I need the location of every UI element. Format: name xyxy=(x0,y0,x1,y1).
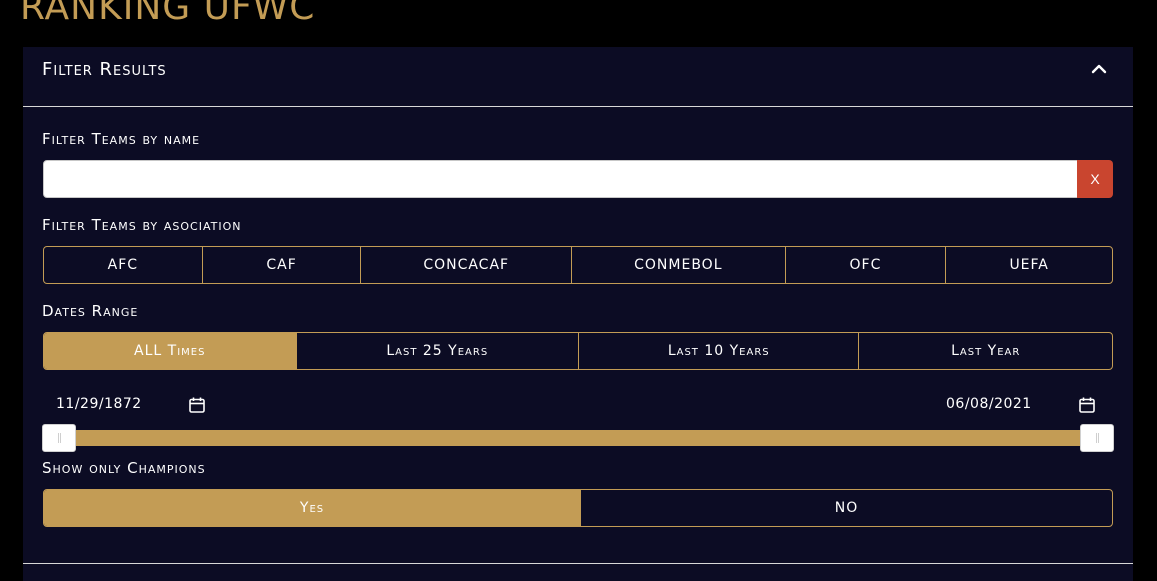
filter-panel-title: Filter Results xyxy=(42,59,167,80)
calendar-icon[interactable] xyxy=(1078,396,1096,414)
grip-icon xyxy=(1095,433,1099,443)
date-range-button-group: ALL Times Last 25 Years Last 10 Years La… xyxy=(43,332,1113,370)
date-range-last-year-button[interactable]: Last Year xyxy=(859,333,1112,369)
date-range-slider-end-handle[interactable] xyxy=(1080,424,1114,452)
date-range-slider-track[interactable] xyxy=(59,430,1099,446)
date-range-last-10-years-button[interactable]: Last 10 Years xyxy=(579,333,860,369)
champions-filter-label: Show only Champions xyxy=(42,459,206,477)
champions-button-group: Yes NO xyxy=(43,489,1113,527)
grip-icon xyxy=(57,433,61,443)
association-ofc-button[interactable]: OFC xyxy=(786,247,947,283)
page-title: RANKING UFWC xyxy=(20,0,316,28)
chevron-up-icon[interactable] xyxy=(1091,61,1107,77)
association-caf-button[interactable]: CAF xyxy=(203,247,362,283)
name-filter-label: Filter Teams by name xyxy=(42,130,201,148)
date-range-slider-start-handle[interactable] xyxy=(42,424,76,452)
champions-no-button[interactable]: NO xyxy=(581,490,1112,526)
filter-panel-header[interactable]: Filter Results xyxy=(23,47,1133,107)
calendar-icon[interactable] xyxy=(188,396,206,414)
association-afc-button[interactable]: AFC xyxy=(44,247,203,283)
association-uefa-button[interactable]: UEFA xyxy=(946,247,1112,283)
filter-panel: Filter Results Filter Teams by name X Fi… xyxy=(23,47,1133,581)
dates-range-label: Dates Range xyxy=(42,302,139,320)
association-concacaf-button[interactable]: CONCACAF xyxy=(361,247,573,283)
end-date-input[interactable]: 06/08/2021 xyxy=(946,396,1032,412)
clear-name-button[interactable]: X xyxy=(1077,160,1113,198)
start-date-input[interactable]: 11/29/1872 xyxy=(56,396,142,412)
association-filter-label: Filter Teams by asociation xyxy=(42,216,242,234)
date-range-last-25-years-button[interactable]: Last 25 Years xyxy=(297,333,579,369)
date-range-all-times-button[interactable]: ALL Times xyxy=(44,333,297,369)
team-name-input[interactable] xyxy=(43,160,1078,198)
champions-yes-button[interactable]: Yes xyxy=(44,490,581,526)
panel-divider xyxy=(23,563,1133,564)
association-conmebol-button[interactable]: CONMEBOL xyxy=(572,247,786,283)
association-button-group: AFC CAF CONCACAF CONMEBOL OFC UEFA xyxy=(43,246,1113,284)
